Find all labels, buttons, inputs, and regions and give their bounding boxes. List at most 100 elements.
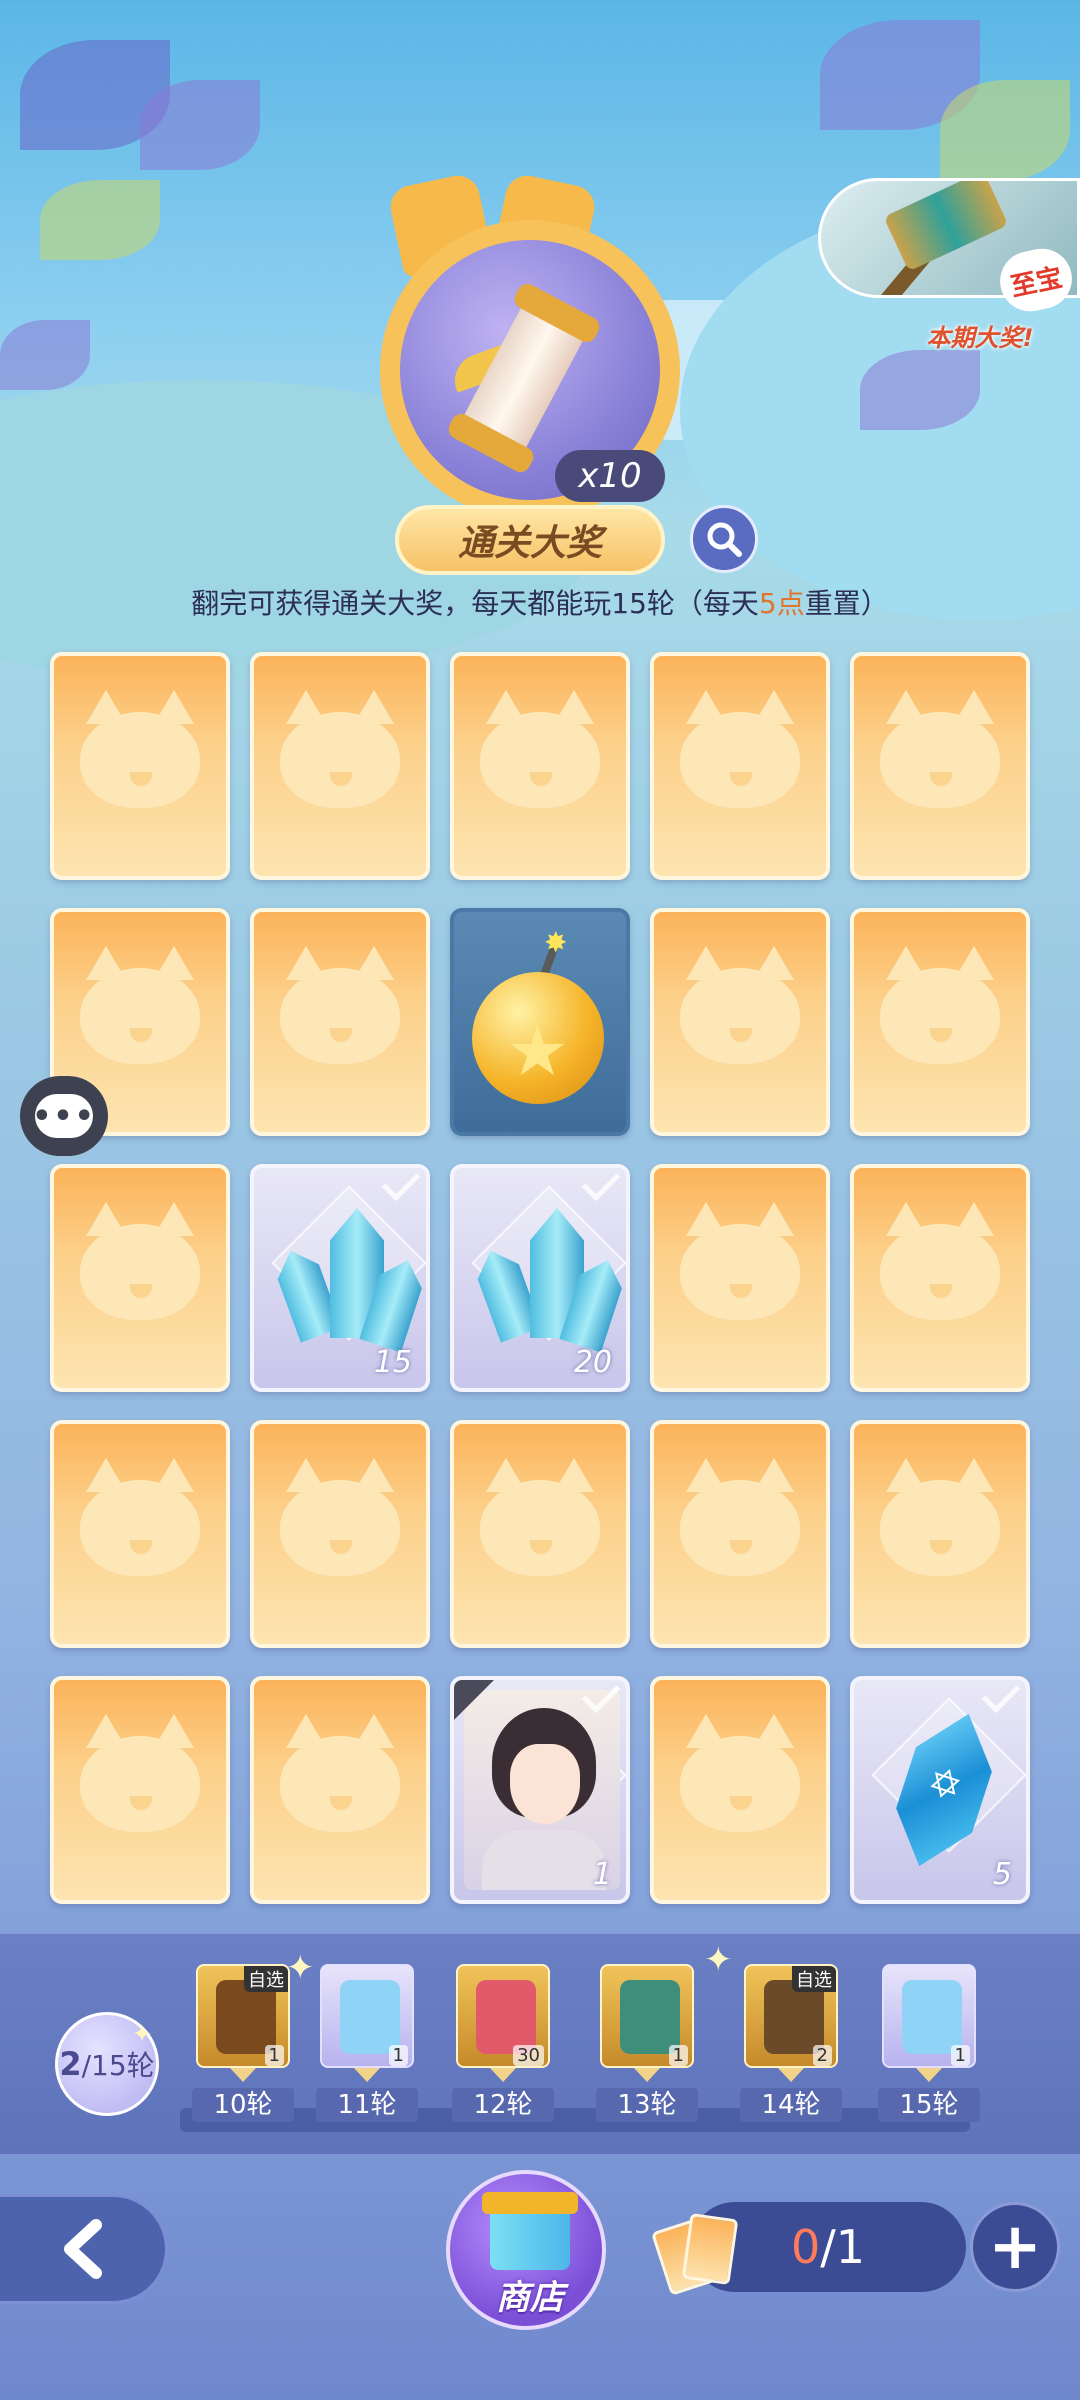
reward-item-icon xyxy=(476,1980,536,2054)
cat-face-icon xyxy=(880,946,1000,1064)
cat-face-icon xyxy=(80,1714,200,1832)
cat-face-icon xyxy=(880,1458,1000,1576)
card-face-down[interactable] xyxy=(250,1420,430,1648)
card-face-down[interactable] xyxy=(650,1420,830,1648)
rules-text-a: 翻完可获得通关大奖，每天都能玩15轮（每天 xyxy=(191,587,759,620)
card-face-down[interactable] xyxy=(250,1676,430,1904)
card-face-down[interactable] xyxy=(450,652,630,880)
reward-icon-box: 1 xyxy=(882,1964,976,2068)
cat-face-icon xyxy=(680,690,800,808)
reward-count: 1 xyxy=(950,2045,970,2066)
reward-icon-box: 2 自选 xyxy=(744,1964,838,2068)
cat-face-icon xyxy=(80,1202,200,1320)
item-quantity: 5 xyxy=(992,1857,1012,1892)
cat-face-icon xyxy=(280,690,400,808)
portrait-face xyxy=(510,1744,580,1824)
round-total: /15轮 xyxy=(81,2049,155,2082)
check-icon xyxy=(581,1168,621,1202)
card-bomb: ✸ ★ xyxy=(450,908,630,1136)
round-reward-item[interactable]: 1 15轮 xyxy=(874,1964,984,2122)
rules-text: 翻完可获得通关大奖，每天都能玩15轮（每天5点重置） xyxy=(0,582,1080,622)
round-reward-item[interactable]: 30 12轮 xyxy=(448,1964,558,2122)
card-face-down[interactable] xyxy=(850,1420,1030,1648)
sparkle-icon: ✦ xyxy=(704,1940,733,1980)
grand-prize-badge[interactable]: x10 通关大奖 xyxy=(340,171,758,580)
shop-button[interactable]: 商店 xyxy=(446,2170,606,2330)
portrait-dress xyxy=(482,1830,606,1890)
card-face-down[interactable] xyxy=(250,908,430,1136)
reward-count: 2 xyxy=(812,2045,832,2066)
card-face-down[interactable] xyxy=(650,908,830,1136)
jackpot-label: 本期大奖! xyxy=(926,324,1034,352)
cat-face-icon xyxy=(680,1458,800,1576)
card-face-down[interactable] xyxy=(650,1676,830,1904)
reward-icon-box: 1 自选 xyxy=(196,1964,290,2068)
card-face-down[interactable] xyxy=(650,1164,830,1392)
cat-face-icon xyxy=(880,690,1000,808)
selectable-tag: 自选 xyxy=(244,1966,288,1992)
reward-round-label: 10轮 xyxy=(192,2088,294,2122)
card-face-down[interactable] xyxy=(250,652,430,880)
cat-face-icon xyxy=(880,1202,1000,1320)
reward-item-icon xyxy=(620,1980,680,2054)
mini-card-front xyxy=(681,2212,739,2286)
cat-face-icon xyxy=(280,946,400,1064)
reward-round-label: 13轮 xyxy=(596,2088,698,2122)
card-character: 1 xyxy=(450,1676,630,1904)
reward-item-icon xyxy=(340,1980,400,2054)
reward-count: 1 xyxy=(264,2045,284,2066)
card-gem: ✡ 5 xyxy=(850,1676,1030,1904)
spark-icon: ✸ xyxy=(544,926,568,959)
cards-icon xyxy=(650,2206,746,2296)
reward-icon-box: 30 xyxy=(456,1964,550,2068)
item-quantity: 20 xyxy=(573,1345,612,1380)
item-quantity: 15 xyxy=(373,1345,412,1380)
reward-item-icon xyxy=(902,1980,962,2054)
gift-lid xyxy=(482,2192,578,2214)
add-cards-button[interactable]: + xyxy=(970,2202,1060,2292)
back-button[interactable] xyxy=(0,2194,168,2304)
cards-current: 0 xyxy=(790,2220,821,2274)
chat-button[interactable]: ••• xyxy=(20,1076,108,1156)
chevron-left-icon xyxy=(63,2219,102,2279)
reward-count: 30 xyxy=(513,2045,544,2066)
reward-count: 1 xyxy=(668,2045,688,2066)
check-icon xyxy=(981,1680,1021,1714)
reward-round-label: 15轮 xyxy=(878,2088,980,2122)
round-reward-item[interactable]: 2 自选 14轮 xyxy=(736,1964,846,2122)
round-reward-item[interactable]: 1 11轮 xyxy=(312,1964,422,2122)
sparkle-icon: ✦ xyxy=(132,2020,153,2048)
hammer-icon xyxy=(883,181,1009,272)
reward-icon-box: 1 xyxy=(320,1964,414,2068)
reward-round-label: 14轮 xyxy=(740,2088,842,2122)
cat-face-icon xyxy=(80,1458,200,1576)
card-face-down[interactable] xyxy=(50,1676,230,1904)
card-face-down[interactable] xyxy=(850,1164,1030,1392)
card-face-down[interactable] xyxy=(450,1420,630,1648)
reward-icon-box: 1 xyxy=(600,1964,694,2068)
card-face-down[interactable] xyxy=(650,652,830,880)
check-icon xyxy=(381,1168,421,1202)
search-button[interactable] xyxy=(690,505,758,573)
pointer-icon xyxy=(916,2068,942,2082)
reward-count: 1 xyxy=(388,2045,408,2066)
card-face-down[interactable] xyxy=(850,652,1030,880)
card-face-down[interactable] xyxy=(850,908,1030,1136)
chat-bubble-icon: ••• xyxy=(32,1094,94,1138)
cat-face-icon xyxy=(280,1458,400,1576)
cat-face-icon xyxy=(80,690,200,808)
sparkle-icon: ✦ xyxy=(286,1948,315,1988)
grand-prize-label: 通关大奖 xyxy=(395,505,665,575)
pointer-icon xyxy=(230,2068,256,2082)
card-face-down[interactable] xyxy=(50,1164,230,1392)
reward-round-label: 12轮 xyxy=(452,2088,554,2122)
round-reward-item[interactable]: 1 自选 10轮 xyxy=(188,1964,298,2122)
reward-round-label: 11轮 xyxy=(316,2088,418,2122)
card-face-down[interactable] xyxy=(50,1420,230,1648)
round-reward-item[interactable]: 1 13轮 xyxy=(592,1964,702,2122)
card-crystal: 15 xyxy=(250,1164,430,1392)
rules-text-b: 重置） xyxy=(804,587,889,620)
card-face-down[interactable] xyxy=(50,652,230,880)
pointer-icon xyxy=(778,2068,804,2082)
item-quantity: 1 xyxy=(592,1857,612,1892)
